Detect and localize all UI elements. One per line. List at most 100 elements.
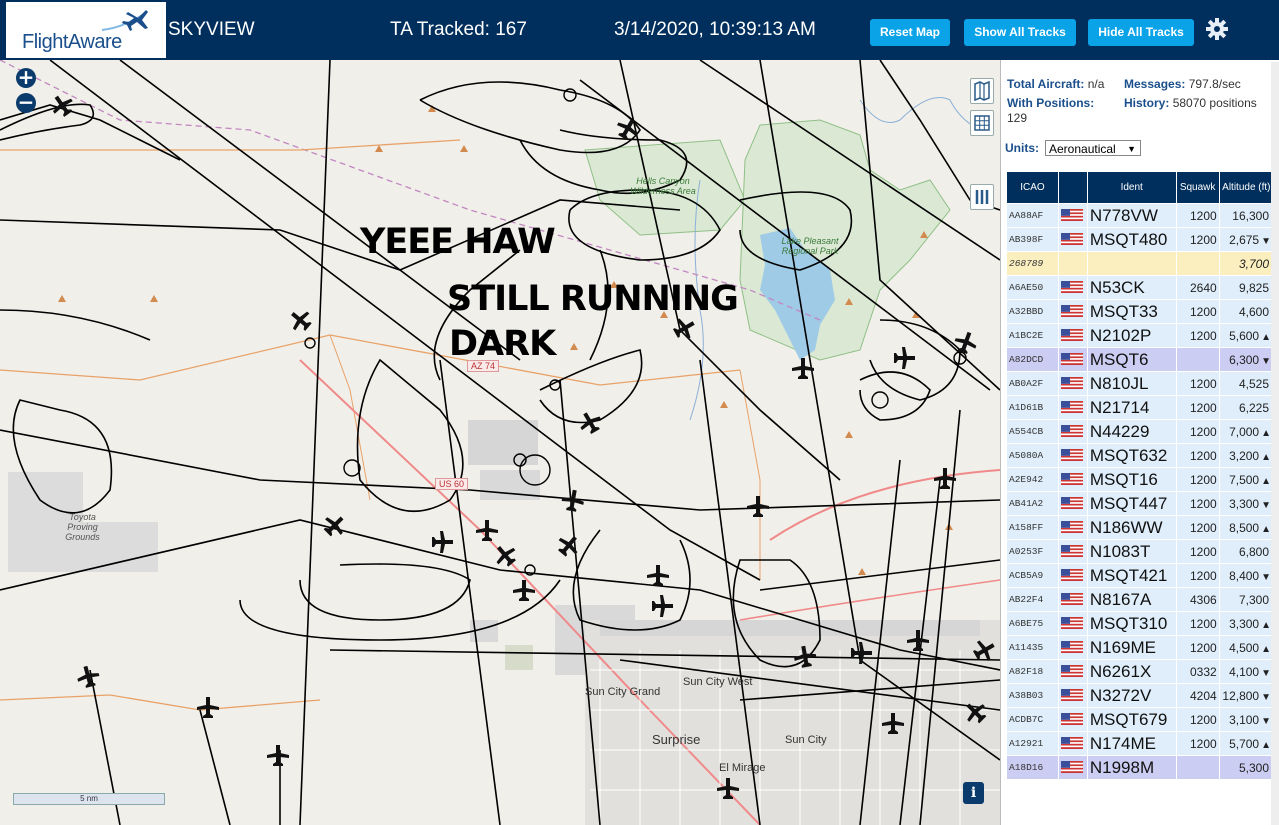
table-row[interactable]: A18D16 N1998M 5,300	[1007, 756, 1273, 779]
altitude-trend-icon: ▲	[1261, 451, 1271, 463]
us-flag-icon	[1060, 761, 1083, 774]
altitude-value: 3,200	[1229, 448, 1260, 463]
table-row[interactable]: A32BBD MSQT33 1200 4,600	[1007, 300, 1273, 323]
row-squawk: 1200	[1176, 324, 1219, 347]
table-row[interactable]: AA88AF N778VW 1200 16,300	[1007, 204, 1273, 227]
row-flag	[1058, 540, 1087, 563]
altitude-trend-icon: ▲	[1261, 475, 1271, 487]
settings-gear-icon[interactable]	[1205, 17, 1229, 41]
us-flag-icon	[1060, 737, 1083, 750]
us-flag-icon	[1060, 569, 1083, 582]
row-icao: A0253F	[1007, 540, 1058, 563]
col-squawk[interactable]: Squawk	[1176, 172, 1219, 203]
row-flag	[1058, 468, 1087, 491]
row-ident: MSQT447	[1087, 492, 1176, 515]
row-flag	[1058, 564, 1087, 587]
row-squawk: 1200	[1176, 372, 1219, 395]
altitude-trend-icon: ▲	[1261, 331, 1271, 343]
row-altitude: 5,300	[1219, 756, 1273, 779]
altitude-value: 9,825	[1238, 280, 1269, 295]
table-row[interactable]: A5080A MSQT632 1200 3,200 ▲	[1007, 444, 1273, 467]
panel-scrollbar[interactable]	[1271, 62, 1279, 825]
altitude-trend-icon: ▲	[1261, 739, 1271, 751]
site-name: SKYVIEW	[168, 19, 255, 40]
table-row[interactable]: A554CB N44229 1200 7,000 ▲	[1007, 420, 1273, 443]
col-altitude[interactable]: Altitude (ft)	[1219, 172, 1273, 203]
row-ident: N1083T	[1087, 540, 1176, 563]
altitude-value: 5,600	[1229, 328, 1260, 343]
col-flag[interactable]	[1058, 172, 1087, 203]
col-icao[interactable]: ICAO	[1007, 172, 1058, 203]
row-altitude: 3,100 ▼	[1219, 708, 1273, 731]
row-flag	[1058, 516, 1087, 539]
altitude-value: 3,300	[1229, 616, 1260, 631]
label-sun-city-west: Sun City West	[683, 676, 753, 688]
label-lake-pleasant: Lake Pleasant Regional Park	[781, 236, 839, 256]
us-flag-icon	[1060, 593, 1083, 606]
table-row[interactable]: ACDB7C MSQT679 1200 3,100 ▼	[1007, 708, 1273, 731]
grid-toggle-icon[interactable]	[970, 110, 994, 136]
row-altitude: 7,500 ▲	[1219, 468, 1273, 491]
current-datetime: 3/14/2020, 10:39:13 AM	[614, 19, 816, 40]
table-row[interactable]: A82F18 N6261X 0332 4,100 ▼	[1007, 660, 1273, 683]
map-layers-icon[interactable]	[970, 78, 994, 104]
row-icao: A12921	[1007, 732, 1058, 755]
row-altitude: 3,300 ▲	[1219, 612, 1273, 635]
altitude-value: 7,000	[1229, 424, 1260, 439]
row-squawk	[1176, 756, 1219, 779]
label-sun-city: Sun City	[785, 734, 827, 746]
aircraft-table: ICAO Ident Squawk Altitude (ft) AA88AF N7…	[1006, 171, 1274, 780]
table-row[interactable]: A1BC2E N2102P 1200 5,600 ▲	[1007, 324, 1273, 347]
row-flag	[1058, 324, 1087, 347]
table-row[interactable]: AB398F MSQT480 1200 2,675 ▼	[1007, 228, 1273, 251]
table-row[interactable]: A2E942 MSQT16 1200 7,500 ▲	[1007, 468, 1273, 491]
map-canvas[interactable]: + − YEEE HAW STILL RUNNING DARK Hells Ca…	[0, 60, 1000, 825]
table-row[interactable]: ACB5A9 MSQT421 1200 8,400 ▼	[1007, 564, 1273, 587]
col-ident[interactable]: Ident	[1087, 172, 1176, 203]
table-row[interactable]: AB22F4 N8167A 4306 7,300	[1007, 588, 1273, 611]
row-ident: N21714	[1087, 396, 1176, 419]
row-squawk	[1176, 348, 1219, 371]
altitude-trend-icon: ▼	[1261, 499, 1271, 511]
row-altitude: 7,000 ▲	[1219, 420, 1273, 443]
altitude-value: 4,525	[1238, 376, 1269, 391]
table-row[interactable]: A158FF N186WW 1200 8,500 ▲	[1007, 516, 1273, 539]
units-dropdown[interactable]: Aeronautical ▼	[1045, 140, 1141, 156]
table-row[interactable]: A6AE50 N53CK 2640 9,825	[1007, 276, 1273, 299]
us-flag-icon	[1060, 473, 1083, 486]
us-flag-icon	[1060, 281, 1083, 294]
table-row[interactable]: AB41A2 MSQT447 1200 3,300 ▼	[1007, 492, 1273, 515]
altitude-trend-icon: ▼	[1261, 571, 1271, 583]
zoom-out-button[interactable]: −	[16, 92, 36, 113]
table-row[interactable]: AB0A2F N810JL 1200 4,525	[1007, 372, 1273, 395]
flightaware-logo[interactable]: FlightAware	[6, 2, 166, 58]
label-surprise: Surprise	[652, 732, 701, 747]
altitude-trend-icon: ▲	[1261, 523, 1271, 535]
row-squawk: 0332	[1176, 660, 1219, 683]
table-row[interactable]: A38B03 N3272V 4204 12,800 ▼	[1007, 684, 1273, 707]
row-flag	[1058, 372, 1087, 395]
table-row[interactable]: A1D61B N21714 1200 6,225	[1007, 396, 1273, 419]
row-squawk: 1200	[1176, 300, 1219, 323]
table-row[interactable]: A0253F N1083T 1200 6,800	[1007, 540, 1273, 563]
show-all-tracks-button[interactable]: Show All Tracks	[964, 19, 1076, 46]
overlay-text-line-1: YEEE HAW	[360, 222, 556, 262]
row-squawk: 1200	[1176, 732, 1219, 755]
row-ident: MSQT6	[1087, 348, 1176, 371]
table-row[interactable]: 268789 3,700	[1007, 252, 1273, 275]
altitude-value: 6,300	[1229, 352, 1260, 367]
table-row[interactable]: A12921 N174ME 1200 5,700 ▲	[1007, 732, 1273, 755]
table-row[interactable]: A11435 N169ME 1200 4,500 ▲	[1007, 636, 1273, 659]
hide-all-tracks-button[interactable]: Hide All Tracks	[1088, 19, 1194, 46]
row-ident: MSQT421	[1087, 564, 1176, 587]
reset-map-button[interactable]: Reset Map	[870, 19, 950, 46]
label-toyota-proving-grounds: Toyota Proving Grounds	[65, 512, 100, 542]
us-flag-icon	[1060, 401, 1083, 414]
stat-messages: Messages: 797.8/sec	[1124, 77, 1241, 91]
table-row[interactable]: A6BE75 MSQT310 1200 3,300 ▲	[1007, 612, 1273, 635]
column-toggle-icon[interactable]	[970, 184, 994, 210]
map-info-button[interactable]: i	[963, 782, 984, 804]
zoom-in-button[interactable]: +	[16, 67, 36, 88]
row-squawk: 4204	[1176, 684, 1219, 707]
table-row[interactable]: A82DCD MSQT6 6,300 ▼	[1007, 348, 1273, 371]
